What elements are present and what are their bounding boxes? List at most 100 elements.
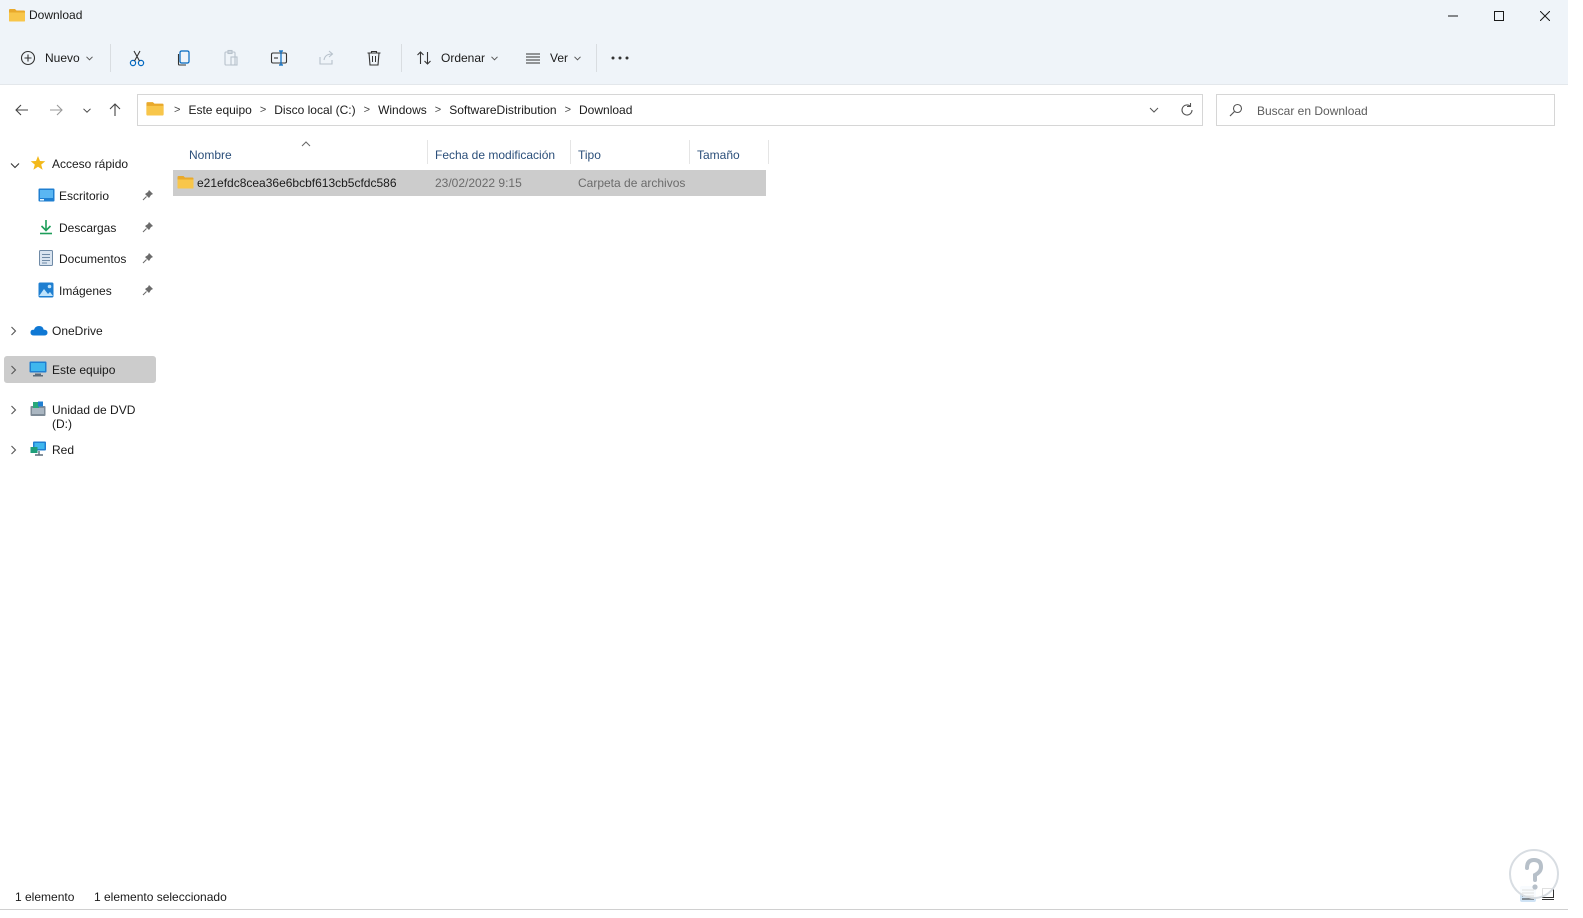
toolbar-separator (401, 44, 402, 72)
sidebar-item-onedrive[interactable]: OneDrive (4, 317, 156, 344)
star-icon (30, 155, 46, 174)
file-list: Nombre Fecha de modificación Tipo Tamaño… (165, 136, 1568, 881)
cloud-icon (30, 325, 48, 339)
column-header-type[interactable]: Tipo (578, 142, 601, 168)
pin-icon[interactable] (142, 221, 154, 236)
breadcrumb: > Este equipo > Disco local (C:) > Windo… (146, 95, 636, 125)
arrow-right-icon (50, 104, 63, 116)
column-header-name[interactable]: Nombre (189, 142, 232, 168)
copy-button[interactable] (175, 43, 193, 73)
recent-locations-button[interactable] (73, 92, 101, 128)
sidebar-item-imagenes[interactable]: Imágenes (4, 277, 156, 304)
paste-button[interactable] (222, 43, 240, 73)
sidebar-item-label: Imágenes (59, 284, 112, 298)
sidebar-item-label: Documentos (59, 252, 127, 266)
item-count: 1 elemento (15, 890, 75, 904)
sidebar-item-label: Escritorio (59, 189, 110, 203)
breadcrumb-windows[interactable]: Windows (374, 103, 431, 117)
window-title: Download (29, 8, 83, 22)
toolbar-separator (596, 44, 597, 72)
new-button[interactable]: Nuevo (20, 43, 93, 73)
search-box[interactable]: Buscar en Download (1216, 94, 1555, 126)
close-button[interactable] (1522, 0, 1568, 32)
pin-icon[interactable] (142, 252, 154, 267)
sidebar-item-unidad-dvd[interactable]: Unidad de DVD (D:) (4, 396, 156, 431)
column-header-size[interactable]: Tamaño (697, 142, 740, 168)
rename-button[interactable] (270, 43, 288, 73)
sidebar-item-label: Descargas (59, 221, 117, 235)
computer-icon (29, 361, 47, 380)
sidebar-item-descargas[interactable]: Descargas (4, 214, 156, 241)
copy-icon (177, 50, 190, 66)
view-button[interactable]: Ver (525, 43, 581, 73)
pin-icon[interactable] (142, 189, 154, 204)
table-row[interactable]: e21efdc8cea36e6bcbf613cb5cfdc586 23/02/2… (173, 170, 766, 196)
pictures-icon (38, 282, 54, 301)
folder-icon (177, 175, 194, 192)
desktop-edge (1568, 0, 1583, 918)
file-type: Carpeta de archivos (578, 176, 686, 190)
trash-icon (367, 50, 381, 66)
sidebar-item-red[interactable]: Red (4, 436, 156, 463)
up-button[interactable] (101, 92, 129, 128)
search-icon (1229, 103, 1243, 120)
sort-icon (417, 51, 431, 65)
sidebar-item-label: Este equipo (52, 363, 116, 377)
help-watermark-logo (1508, 848, 1560, 900)
sidebar-item-este-equipo[interactable]: Este equipo (4, 356, 156, 383)
chevron-down-icon (574, 55, 581, 61)
breadcrumb-chevron-icon[interactable]: > (561, 104, 575, 116)
arrow-left-icon (15, 104, 28, 116)
share-button[interactable] (318, 43, 336, 73)
toolbar-separator (110, 44, 111, 72)
clipboard-icon (224, 49, 238, 66)
address-history-button[interactable] (1144, 101, 1164, 122)
close-icon (1540, 11, 1550, 21)
chevron-right-icon[interactable] (10, 325, 17, 339)
sidebar-item-escritorio[interactable]: Escritorio (4, 182, 156, 209)
desktop-icon (38, 188, 55, 205)
chevron-right-icon[interactable] (10, 404, 17, 418)
delete-button[interactable] (365, 43, 383, 73)
breadcrumb-este-equipo[interactable]: Este equipo (184, 103, 255, 117)
more-options-button[interactable] (611, 43, 629, 73)
sort-button[interactable]: Ordenar (416, 43, 498, 73)
view-label: Ver (550, 51, 569, 65)
breadcrumb-download[interactable]: Download (575, 103, 636, 117)
column-divider[interactable] (427, 140, 428, 164)
address-bar[interactable]: > Este equipo > Disco local (C:) > Windo… (137, 94, 1203, 126)
cut-button[interactable] (128, 43, 146, 73)
network-icon (30, 441, 48, 460)
sidebar-item-acceso-rapido[interactable]: Acceso rápido (4, 150, 156, 177)
column-header-date[interactable]: Fecha de modificación (435, 142, 555, 168)
breadcrumb-chevron-icon[interactable]: > (170, 104, 184, 116)
chevron-down-icon (85, 55, 93, 61)
download-icon (39, 219, 53, 238)
sidebar-item-label: Acceso rápido (52, 157, 129, 171)
chevron-down-icon (1149, 107, 1159, 113)
sidebar-item-documentos[interactable]: Documentos (4, 245, 156, 272)
breadcrumb-softwaredistribution[interactable]: SoftwareDistribution (445, 103, 560, 117)
window-chrome: Download Nuevo Ordenar Ver (0, 0, 1568, 85)
refresh-button[interactable] (1178, 101, 1196, 122)
breadcrumb-chevron-icon[interactable]: > (360, 104, 374, 116)
chevron-right-icon[interactable] (10, 364, 17, 378)
scissors-icon (129, 50, 145, 67)
breadcrumb-chevron-icon[interactable]: > (256, 104, 270, 116)
file-explorer-window: Download Nuevo Ordenar Ver > Este equipo… (0, 0, 1569, 910)
minimize-button[interactable] (1430, 0, 1476, 32)
pin-icon[interactable] (142, 284, 154, 299)
selection-count: 1 elemento seleccionado (94, 890, 227, 904)
title-bar: Download (0, 0, 1568, 32)
column-divider[interactable] (689, 140, 690, 164)
back-button[interactable] (8, 92, 36, 128)
breadcrumb-chevron-icon[interactable]: > (431, 104, 445, 116)
breadcrumb-disco-local[interactable]: Disco local (C:) (270, 103, 359, 117)
chevron-right-icon[interactable] (10, 444, 17, 458)
maximize-button[interactable] (1476, 0, 1522, 32)
forward-button[interactable] (42, 92, 70, 128)
column-divider[interactable] (768, 140, 769, 164)
chevron-down-icon[interactable] (10, 158, 20, 172)
column-divider[interactable] (570, 140, 571, 164)
chevron-down-icon (83, 107, 91, 113)
